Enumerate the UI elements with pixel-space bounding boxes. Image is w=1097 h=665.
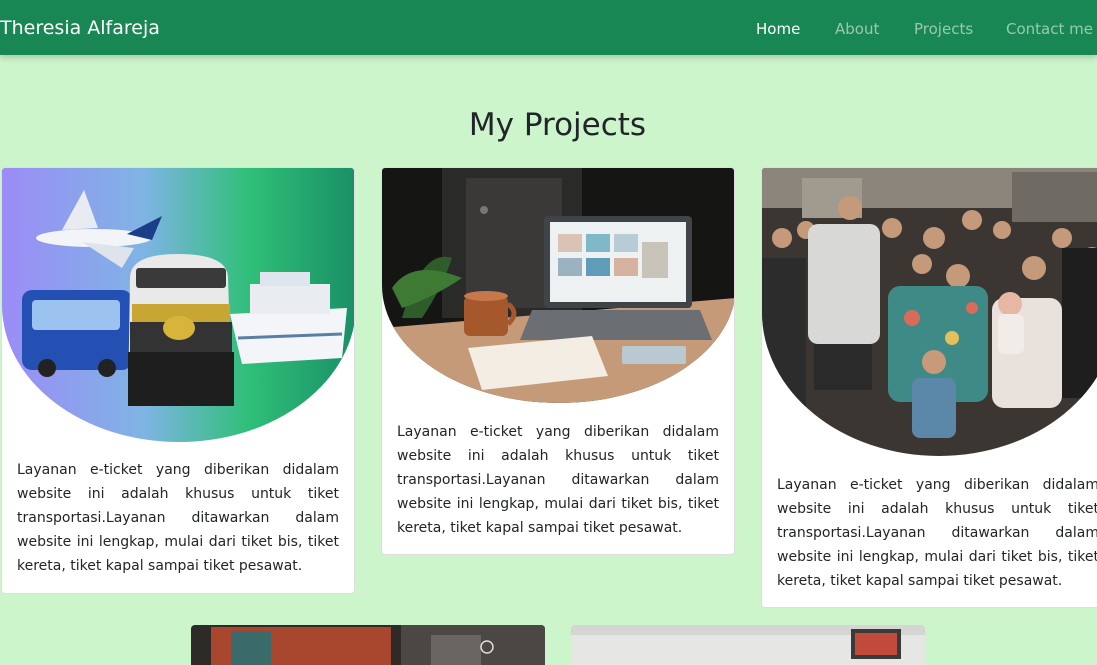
- transportation-collage-image: [2, 168, 354, 442]
- laptop-desk-image: [382, 168, 734, 403]
- nav-link-projects[interactable]: Projects: [914, 19, 973, 39]
- nav-link-contact[interactable]: Contact me: [1006, 19, 1093, 39]
- project-description: Layanan e-ticket yang diberikan didalam …: [777, 477, 1097, 589]
- street-crowd-image: [762, 168, 1097, 456]
- project-image-partial: [191, 625, 545, 665]
- navbar: Theresia Alfareja Home About Projects Co…: [0, 0, 1097, 55]
- project-image-partial: [571, 625, 925, 665]
- nav-link-about[interactable]: About: [835, 19, 879, 39]
- brand-link[interactable]: Theresia Alfareja: [0, 16, 160, 40]
- project-description: Layanan e-ticket yang diberikan didalam …: [397, 424, 719, 536]
- project-card: Layanan e-ticket yang diberikan didalam …: [761, 167, 1097, 608]
- project-description: Layanan e-ticket yang diberikan didalam …: [17, 462, 339, 574]
- project-card: Layanan e-ticket yang diberikan didalam …: [1, 167, 355, 594]
- nav-link-home[interactable]: Home: [756, 19, 800, 39]
- page-title: My Projects: [468, 107, 647, 143]
- project-card: Layanan e-ticket yang diberikan didalam …: [381, 167, 735, 555]
